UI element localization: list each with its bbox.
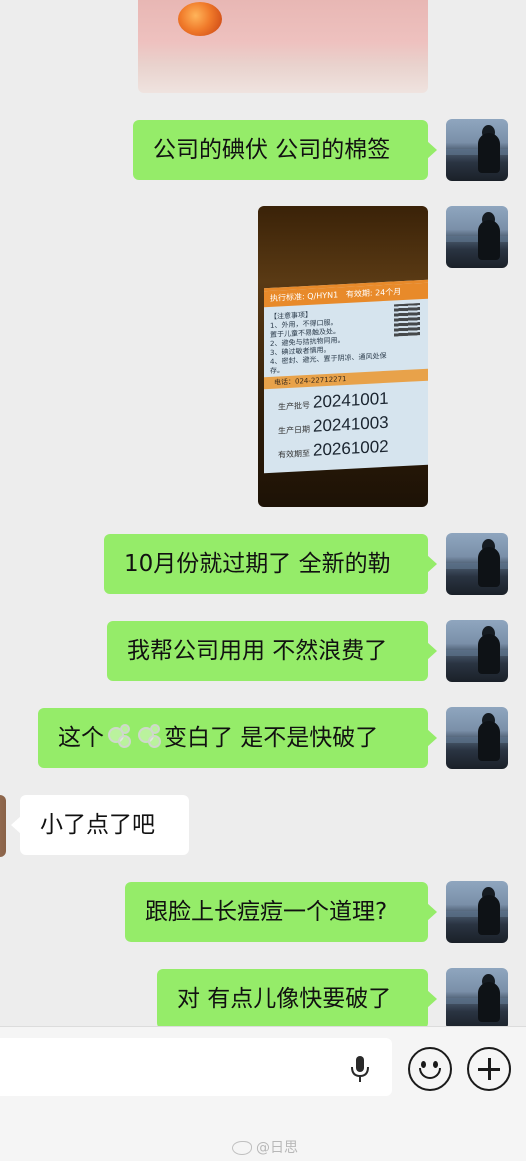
expiry-label: 有效期至 xyxy=(278,448,310,460)
date-label: 生产日期 xyxy=(278,424,310,436)
avatar[interactable] xyxy=(446,206,508,268)
message-text: 公司的碘伏 公司的棉签 xyxy=(153,137,391,163)
emoji-button[interactable] xyxy=(408,1047,452,1091)
watermark: @日思 xyxy=(232,1137,298,1157)
message-text: 对 有点儿像快要破了 xyxy=(177,986,392,1012)
blister xyxy=(178,2,222,36)
avatar[interactable] xyxy=(446,620,508,682)
plus-button[interactable] xyxy=(467,1047,511,1091)
message-bubble-incoming[interactable]: 小了点了吧 xyxy=(11,795,189,855)
message-text: 我帮公司用用 不然浪费了 xyxy=(127,638,388,664)
message-input[interactable] xyxy=(0,1038,392,1096)
message-bubble-outgoing[interactable]: 我帮公司用用 不然浪费了 xyxy=(107,621,437,681)
qr-code xyxy=(394,303,420,337)
message-bubble-outgoing[interactable]: 对 有点儿像快要破了 xyxy=(157,969,437,1026)
avatar[interactable] xyxy=(446,533,508,595)
message-text: 跟脸上长痘痘一个道理? xyxy=(145,899,388,925)
bottle-label: 执行标准: Q/HYN1 有效期: 24个月 【注意事项】 1、外用，不得口服。… xyxy=(264,279,428,474)
chat-area[interactable]: 公司的碘伏 公司的棉签 执行标准: Q/HYN1 有效期: 24个月 【注意事项… xyxy=(0,0,526,1026)
plus-icon-vertical xyxy=(487,1058,491,1080)
batch-number: 20241001 xyxy=(313,388,389,412)
contact-avatar[interactable] xyxy=(0,795,6,857)
watermark-text: @日思 xyxy=(256,1140,298,1156)
smile-eye xyxy=(433,1061,438,1068)
bubbles-emoji xyxy=(136,723,162,749)
message-text: 小了点了吧 xyxy=(40,812,155,838)
message-bubble-outgoing[interactable]: 公司的碘伏 公司的棉签 xyxy=(133,120,437,180)
message-bubble-outgoing[interactable]: 跟脸上长痘痘一个道理? xyxy=(125,882,437,942)
message-text: 这个 xyxy=(58,725,104,751)
bubbles-emoji xyxy=(106,723,132,749)
batch-label: 生产批号 xyxy=(278,400,310,412)
microphone-icon[interactable] xyxy=(350,1055,370,1083)
weibo-logo-icon xyxy=(232,1141,252,1155)
message-bubble-outgoing[interactable]: 这个 变白了 是不是快破了 xyxy=(38,708,437,768)
message-text: 10月份就过期了 全新的勒 xyxy=(124,551,391,577)
production-date: 20241003 xyxy=(313,412,389,436)
image-message-lip-photo[interactable] xyxy=(138,0,428,93)
message-bubble-outgoing[interactable]: 10月份就过期了 全新的勒 xyxy=(104,534,437,594)
validity-text: 有效期: 24个月 xyxy=(345,287,402,300)
avatar[interactable] xyxy=(446,707,508,769)
avatar[interactable] xyxy=(446,119,508,181)
avatar[interactable] xyxy=(446,968,508,1026)
smile-icon xyxy=(421,1061,426,1068)
expiry-date: 20261002 xyxy=(313,436,389,460)
image-message-bottle-photo[interactable]: 执行标准: Q/HYN1 有效期: 24个月 【注意事项】 1、外用，不得口服。… xyxy=(258,206,428,507)
standard-text: 执行标准: Q/HYN1 xyxy=(270,290,339,303)
smile-mouth xyxy=(419,1068,441,1079)
avatar[interactable] xyxy=(446,881,508,943)
message-text: 变白了 是不是快破了 xyxy=(164,725,379,751)
